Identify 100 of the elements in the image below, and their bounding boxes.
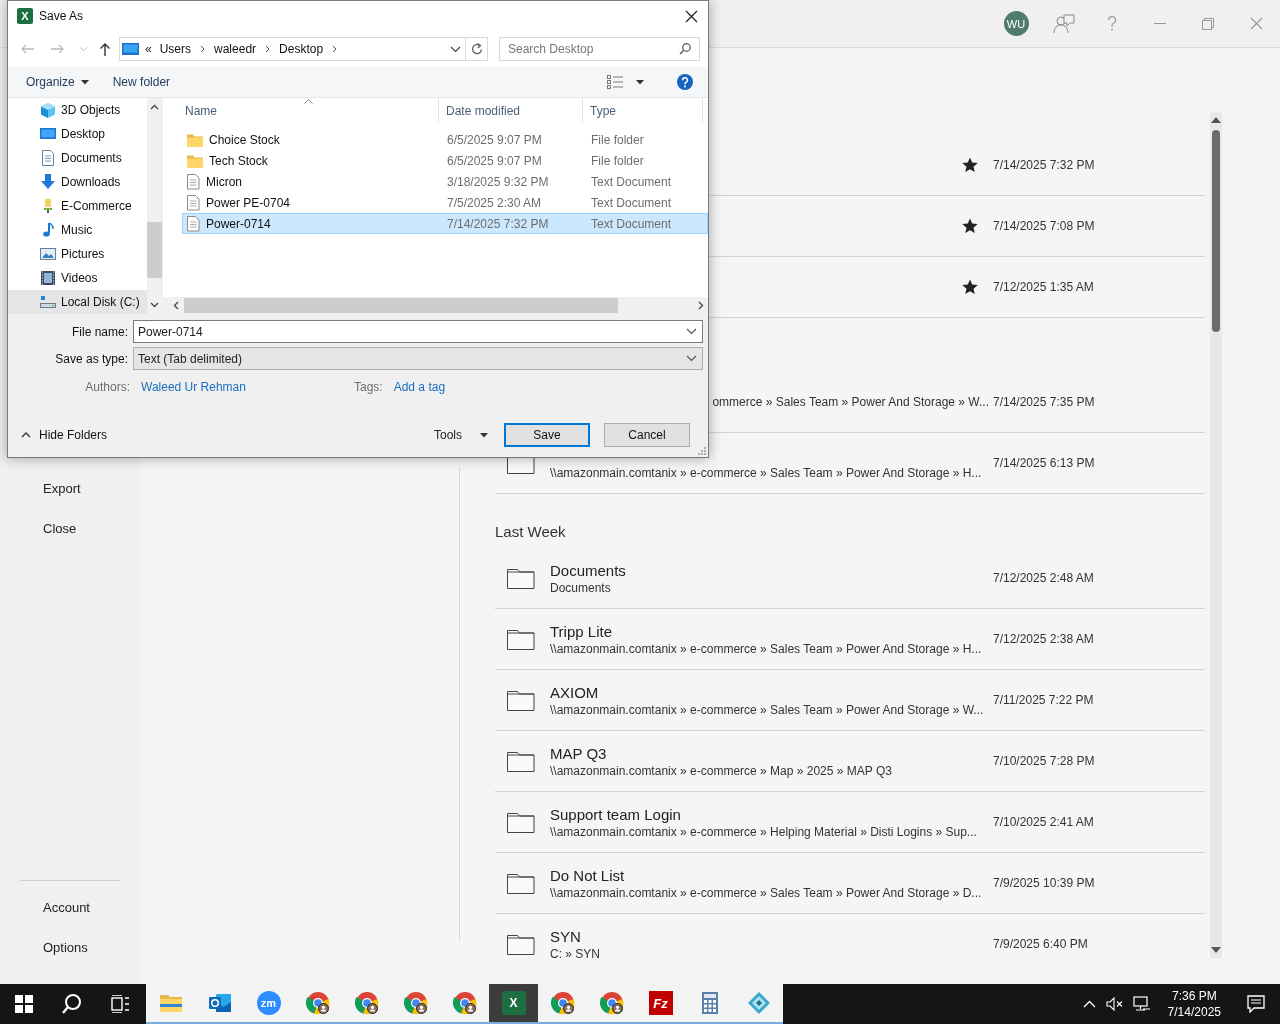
save-type-dropdown[interactable]: Text (Tab delimited) bbox=[133, 347, 703, 370]
breadcrumb-item[interactable]: Users bbox=[159, 42, 192, 56]
close-icon[interactable] bbox=[685, 9, 698, 23]
breadcrumb-item[interactable]: Desktop bbox=[279, 42, 324, 56]
ftp-app-icon[interactable]: Fz bbox=[648, 991, 673, 1015]
search-icon[interactable] bbox=[679, 43, 691, 55]
column-header[interactable]: Type bbox=[583, 98, 703, 123]
recent-item-name[interactable]: AXIOM bbox=[550, 682, 599, 702]
scroll-thumb[interactable] bbox=[147, 222, 162, 278]
scroll-thumb[interactable] bbox=[184, 298, 618, 313]
browser-icon[interactable] bbox=[305, 991, 330, 1015]
speaker-muted-icon[interactable] bbox=[1105, 996, 1123, 1012]
file-type: Text Document bbox=[590, 195, 673, 210]
column-header[interactable]: Name bbox=[178, 98, 439, 123]
dialog-title: Save As bbox=[39, 9, 84, 23]
nav-item[interactable]: E-Commerce bbox=[8, 194, 147, 218]
refresh-button[interactable] bbox=[466, 37, 488, 61]
modified-date: 7/12/2025 2:48 AM bbox=[993, 571, 1094, 585]
diamond-app-icon[interactable] bbox=[746, 991, 771, 1015]
tools-menu[interactable]: Tools bbox=[434, 428, 488, 442]
pin-star-icon[interactable] bbox=[962, 157, 978, 173]
avatar[interactable]: WU bbox=[1003, 11, 1029, 36]
help-icon[interactable] bbox=[677, 74, 693, 90]
scrollbar[interactable] bbox=[163, 297, 708, 314]
mail-app-icon[interactable] bbox=[207, 991, 232, 1015]
file-row[interactable]: Micron 3/18/2025 9:32 PM Text Document bbox=[182, 171, 708, 192]
cancel-button[interactable]: Cancel bbox=[604, 423, 690, 447]
taskbar-button[interactable]: X bbox=[489, 984, 538, 1024]
new-folder-button[interactable]: New folder bbox=[112, 75, 171, 89]
backstage-menu-item[interactable]: Close bbox=[0, 509, 140, 549]
backstage-menu-item[interactable]: Export bbox=[0, 469, 140, 509]
browser-icon[interactable] bbox=[599, 991, 624, 1015]
computer-icon bbox=[122, 42, 139, 56]
nav-item[interactable]: Videos bbox=[8, 266, 147, 290]
up-arrow-icon[interactable] bbox=[99, 42, 111, 56]
nav-item[interactable]: Pictures bbox=[8, 242, 147, 266]
feedback-icon[interactable] bbox=[1053, 13, 1075, 34]
backstage-menu-item[interactable]: Account bbox=[0, 888, 140, 928]
modified-date: 7/10/2025 2:41 AM bbox=[993, 815, 1094, 829]
file-row[interactable]: Power PE-0704 7/5/2025 2:30 AM Text Document bbox=[182, 192, 708, 213]
caret-icon[interactable] bbox=[636, 79, 644, 85]
nav-item[interactable]: Downloads bbox=[8, 170, 147, 194]
scroll-up-arrow-icon[interactable] bbox=[1210, 116, 1222, 124]
network-icon[interactable] bbox=[1132, 996, 1150, 1012]
nav-item[interactable]: Desktop bbox=[8, 122, 147, 146]
task-view-icon[interactable] bbox=[111, 995, 129, 1013]
breadcrumb-overflow[interactable]: « bbox=[145, 42, 152, 56]
scroll-thumb[interactable] bbox=[1212, 130, 1220, 332]
address-bar[interactable]: « Users waleedr Desktop bbox=[119, 37, 466, 61]
scrollbar[interactable] bbox=[147, 98, 162, 314]
chevron-up-icon[interactable] bbox=[1082, 1000, 1096, 1008]
pin-star-icon[interactable] bbox=[962, 279, 978, 295]
authors-link[interactable]: Waleed Ur Rehman bbox=[141, 380, 354, 394]
chevron-icon[interactable] bbox=[200, 45, 206, 53]
save-button[interactable]: Save bbox=[504, 423, 590, 447]
notifications-icon[interactable] bbox=[1247, 995, 1265, 1013]
spreadsheet-app-icon[interactable]: X bbox=[501, 991, 526, 1015]
dropdown-icon[interactable] bbox=[450, 45, 461, 53]
view-options-icon[interactable] bbox=[607, 75, 623, 89]
file-row[interactable]: Tech Stock 6/5/2025 9:07 PM File folder bbox=[182, 150, 708, 171]
recent-item-name[interactable]: Tripp Lite bbox=[550, 621, 612, 641]
search-icon[interactable] bbox=[62, 994, 82, 1014]
windows-start-icon[interactable] bbox=[15, 995, 33, 1013]
cube-icon bbox=[40, 102, 56, 118]
recent-item-name[interactable]: Documents bbox=[550, 560, 626, 580]
search-field[interactable]: Search Desktop bbox=[499, 37, 700, 61]
clock[interactable]: 7:36 PM 7/14/2025 bbox=[1167, 988, 1221, 1020]
recent-item-name[interactable]: Support team Login bbox=[550, 804, 681, 824]
file-name-field[interactable]: Power-0714 bbox=[133, 320, 703, 343]
folder-icon bbox=[187, 153, 203, 168]
scroll-down-arrow-icon[interactable] bbox=[1210, 946, 1222, 954]
organize-menu[interactable]: Organize bbox=[26, 75, 89, 89]
nav-item[interactable]: Local Disk (C:) bbox=[8, 290, 147, 314]
caret-icon bbox=[80, 79, 89, 85]
recent-item-name[interactable]: MAP Q3 bbox=[550, 743, 607, 763]
tags-link[interactable]: Add a tag bbox=[393, 380, 446, 394]
file-row[interactable]: Choice Stock 6/5/2025 9:07 PM File folder bbox=[182, 129, 708, 150]
nav-item[interactable]: Documents bbox=[8, 146, 147, 170]
recent-item-path: \\amazonmain.comtanix » e-commerce » Sales Team » Power And Storage » H... bbox=[550, 464, 982, 481]
pin-star-icon[interactable] bbox=[962, 218, 978, 234]
taskbar-button[interactable]: Fz bbox=[636, 984, 685, 1024]
backstage-menu-item[interactable]: Options bbox=[0, 928, 140, 968]
resize-grip[interactable] bbox=[698, 447, 706, 455]
recent-item-name[interactable]: Do Not List bbox=[550, 865, 625, 885]
file-row[interactable]: Power-0714 7/14/2025 7:32 PM Text Document bbox=[182, 213, 708, 234]
browser-icon[interactable] bbox=[550, 991, 575, 1015]
browser-icon[interactable] bbox=[452, 991, 477, 1015]
chevron-icon[interactable] bbox=[265, 45, 271, 53]
scrollbar[interactable] bbox=[1210, 112, 1222, 958]
recent-item-name[interactable]: SYN bbox=[550, 926, 581, 946]
chevron-icon[interactable] bbox=[332, 45, 338, 53]
column-header[interactable]: Date modified bbox=[439, 98, 583, 123]
breadcrumb-item[interactable]: waleedr bbox=[214, 42, 257, 56]
sort-caret-icon[interactable] bbox=[304, 99, 313, 104]
browser-icon[interactable] bbox=[403, 991, 428, 1015]
folder-icon bbox=[187, 132, 203, 147]
browser-icon[interactable] bbox=[354, 991, 379, 1015]
hide-folders-button[interactable]: Hide Folders bbox=[8, 428, 108, 442]
nav-item[interactable]: Music bbox=[8, 218, 147, 242]
nav-item[interactable]: 3D Objects bbox=[8, 98, 147, 122]
